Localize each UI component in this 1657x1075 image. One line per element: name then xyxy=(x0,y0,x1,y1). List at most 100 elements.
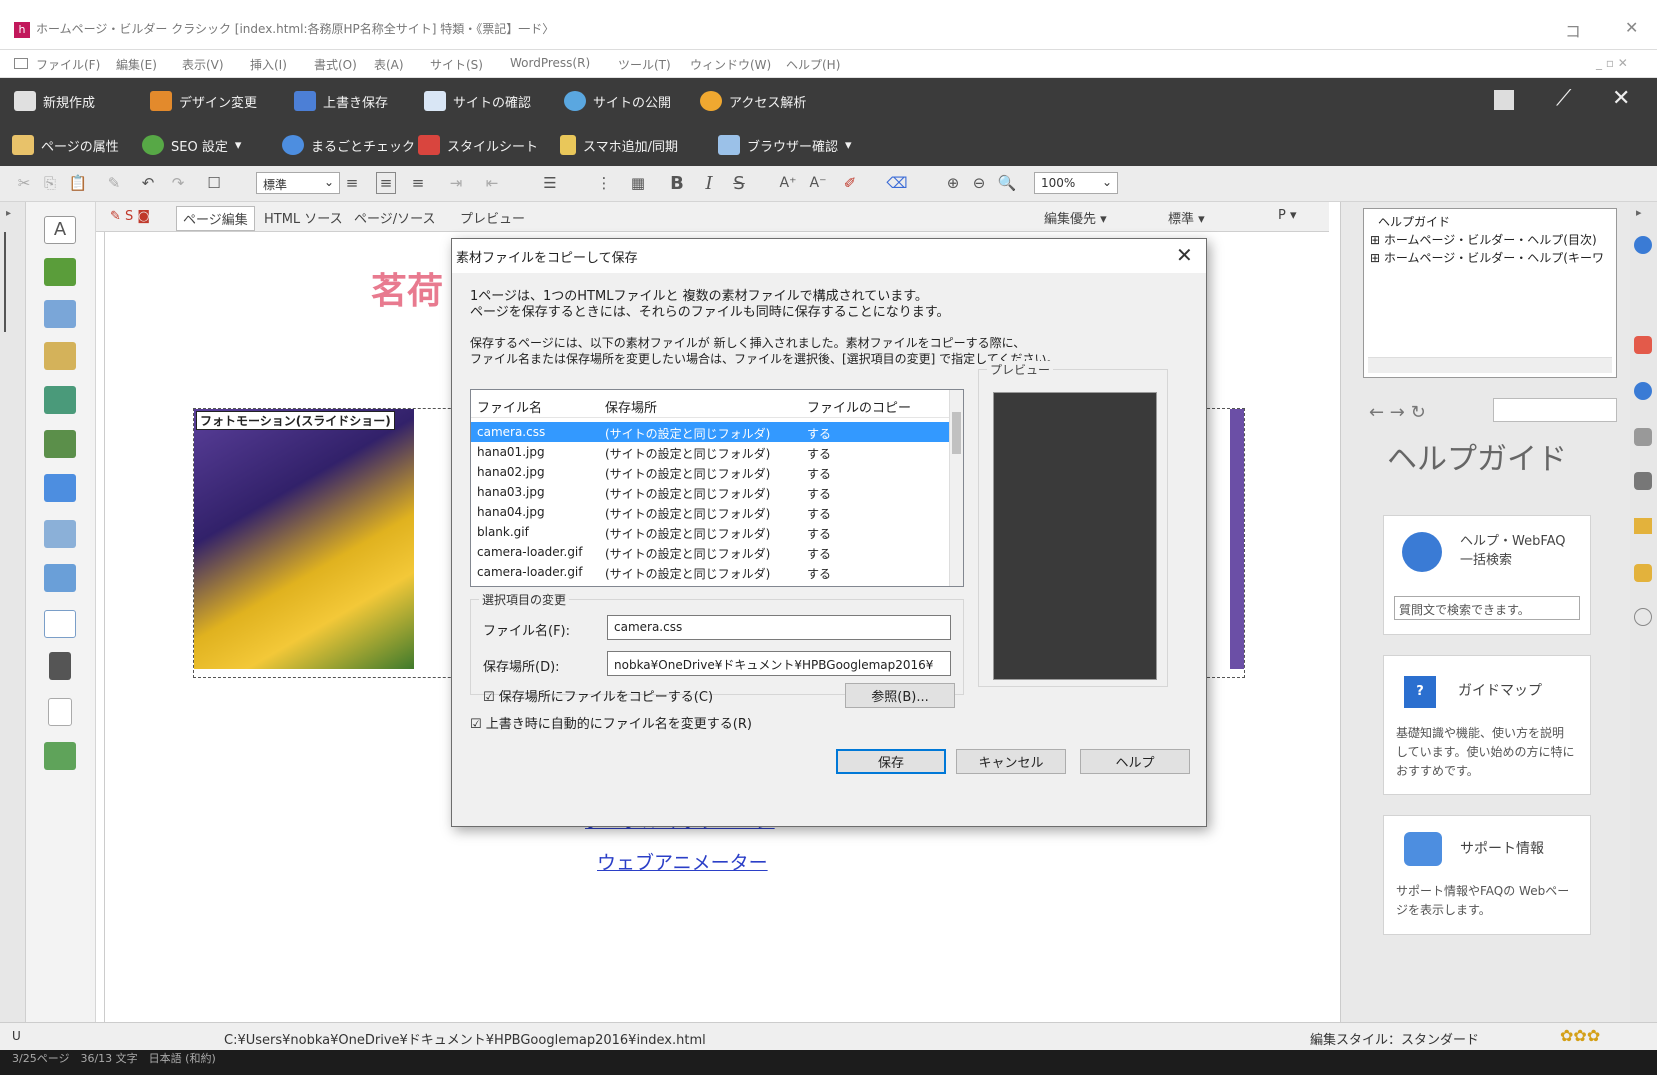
help-nav-icons[interactable]: ← → ↻ xyxy=(1369,402,1426,423)
menu-insert[interactable]: 挿入(I) xyxy=(250,56,287,73)
list-row[interactable]: camera-loader.gif (サイトの設定と同じフォルダ) する xyxy=(471,562,949,582)
mobile-parts-icon[interactable] xyxy=(49,652,71,680)
help-tab-icon[interactable] xyxy=(1634,236,1652,254)
help-address-input[interactable] xyxy=(1493,398,1617,422)
tab-icon-4[interactable] xyxy=(1634,428,1652,446)
dialog-close-icon[interactable]: ✕ xyxy=(1176,243,1193,267)
tab-icon-7[interactable] xyxy=(1634,564,1652,582)
monitor-parts-icon[interactable] xyxy=(44,474,76,502)
col-copy[interactable]: ファイルのコピー xyxy=(807,397,911,416)
zoom-in-icon[interactable]: ⊕ xyxy=(942,172,964,194)
help-tree-keyword[interactable]: ⊞ ホームページ・ビルダー・ヘルプ(キーワ xyxy=(1370,249,1610,266)
overwrite-save-button[interactable]: 上書き保存 xyxy=(294,88,388,114)
design-change-button[interactable]: デザイン変更 xyxy=(150,88,257,114)
list-row[interactable]: hana02.jpg (サイトの設定と同じフォルダ) する xyxy=(471,462,949,482)
menu-wordpress[interactable]: WordPress(R) xyxy=(510,56,590,70)
menu-table[interactable]: 表(A) xyxy=(374,56,404,73)
photo-parts-icon[interactable] xyxy=(44,300,76,328)
cancel-button[interactable]: キャンセル xyxy=(956,749,1066,774)
image-parts-icon[interactable] xyxy=(44,258,76,286)
menu-help[interactable]: ヘルプ(H) xyxy=(786,56,840,73)
expand-arrow-icon[interactable]: ▸ xyxy=(6,208,11,219)
menu-view[interactable]: 表示(V) xyxy=(182,56,224,73)
italic-button[interactable]: I xyxy=(698,172,720,194)
list-parts-icon[interactable] xyxy=(44,610,76,638)
paragraph-style-select[interactable]: 標準 ⌄ xyxy=(256,172,340,194)
list-scroll-thumb[interactable] xyxy=(952,412,961,454)
list-row[interactable]: hana04.jpg (サイトの設定と同じフォルダ) する xyxy=(471,502,949,522)
table-parts-icon[interactable] xyxy=(44,564,76,592)
edit-priority-select[interactable]: 編集優先 ▾ xyxy=(1044,208,1107,227)
browser-check-button[interactable]: ブラウザー確認 ▾ xyxy=(718,132,852,158)
copy-icon[interactable]: ⎘ xyxy=(40,172,60,194)
minimize-button[interactable]: コ xyxy=(1565,18,1581,42)
folder-icon[interactable] xyxy=(1634,518,1652,534)
location-input[interactable]: nobka¥OneDrive¥ドキュメント¥HPBGooglemap2016¥ xyxy=(607,651,951,676)
bold-button[interactable]: B xyxy=(666,172,688,194)
clear-format-icon[interactable]: ⌫ xyxy=(886,172,908,194)
edit-mode-icons[interactable]: ✎ S ◙ xyxy=(110,209,150,224)
site-publish-button[interactable]: サイトの公開 xyxy=(564,88,671,114)
list-icon[interactable]: ☰ xyxy=(540,172,560,194)
menu-site[interactable]: サイト(S) xyxy=(430,56,483,73)
font-shrink-icon[interactable]: A⁻ xyxy=(806,172,830,194)
font-color-icon[interactable]: ✐ xyxy=(838,172,862,194)
collapse-arrow-icon[interactable]: ▸ xyxy=(1636,206,1642,219)
menu-tools[interactable]: ツール(T) xyxy=(618,56,671,73)
site-check-button[interactable]: サイトの確認 xyxy=(424,88,531,114)
vertical-tab[interactable] xyxy=(4,232,20,332)
paragraph-select[interactable]: P ▾ xyxy=(1278,208,1297,223)
menu-window[interactable]: ウィンドウ(W) xyxy=(690,56,771,73)
tab-page-source[interactable]: ページ/ソース xyxy=(354,208,435,227)
close-window-button[interactable]: ✕ xyxy=(1625,18,1638,37)
tab-icon-2[interactable] xyxy=(1634,336,1652,354)
redo-icon[interactable]: ↷ xyxy=(168,172,188,194)
align-right-icon[interactable]: ≡ xyxy=(408,172,428,194)
zoom-icon[interactable]: 🔍 xyxy=(996,172,1018,194)
tab-icon-3[interactable] xyxy=(1634,382,1652,400)
web-animator-link[interactable]: ウェブアニメーター xyxy=(597,848,768,875)
font-grow-icon[interactable]: A⁺ xyxy=(776,172,800,194)
col-location[interactable]: 保存場所 xyxy=(605,397,657,416)
align-left-icon[interactable]: ≡ xyxy=(342,172,362,194)
help-tree-root[interactable]: ヘルプガイド xyxy=(1378,213,1450,230)
help-search-input[interactable]: 質問文で検索できます。 xyxy=(1394,596,1580,620)
paste-icon[interactable]: 📋 xyxy=(68,172,88,194)
materials-list[interactable]: ファイル名 保存場所 ファイルのコピー camera.css (サイトの設定と同じ… xyxy=(470,389,964,587)
help-button[interactable]: ヘルプ xyxy=(1080,749,1190,774)
new-button[interactable]: 新規作成 xyxy=(14,88,95,114)
tab-icon-5[interactable] xyxy=(1634,472,1652,490)
copy-to-location-checkbox[interactable]: ☑ 保存場所にファイルをコピーする(C) xyxy=(483,686,713,705)
close-panel-icon[interactable]: ✕ xyxy=(1612,86,1630,111)
tab-preview[interactable]: プレビュー xyxy=(460,208,525,227)
zoom-out-icon[interactable]: ⊖ xyxy=(968,172,990,194)
list-row[interactable]: camera-loader.gif (サイトの設定と同じフォルダ) する xyxy=(471,542,949,562)
list-row[interactable]: hana01.jpg (サイトの設定と同じフォルダ) する xyxy=(471,442,949,462)
page-attributes-button[interactable]: ページの属性 xyxy=(12,132,119,158)
align-center-icon[interactable]: ≡ xyxy=(376,172,396,194)
full-check-button[interactable]: まるごとチェック xyxy=(282,132,415,158)
access-analysis-button[interactable]: アクセス解析 xyxy=(700,88,806,114)
text-parts-icon[interactable]: A xyxy=(44,216,76,244)
rating-icon[interactable]: ✿✿✿ xyxy=(1560,1026,1600,1045)
widget-parts-icon[interactable] xyxy=(44,742,76,770)
layout-parts-icon[interactable] xyxy=(44,520,76,548)
help-search-card[interactable]: ヘルプ・WebFAQ 一括検索 質問文で検索できます。 xyxy=(1383,515,1591,635)
support-info-card[interactable]: サポート情報 サポート情報やFAQの Webページを表示します。 xyxy=(1383,815,1591,935)
list-row-selected[interactable]: camera.css (サイトの設定と同じフォルダ) する xyxy=(471,422,949,442)
tab-html-source[interactable]: HTML ソース xyxy=(264,208,343,227)
strike-button[interactable]: S xyxy=(728,172,750,194)
help-tree-scrollbar[interactable] xyxy=(1368,357,1612,373)
list-row[interactable]: blank.gif (サイトの設定と同じフォルダ) する xyxy=(471,522,949,542)
smartphone-sync-button[interactable]: スマホ追加/同期 xyxy=(560,132,678,158)
map-parts-icon[interactable] xyxy=(44,386,76,414)
mdi-controls[interactable]: _ ▫ ✕ xyxy=(1596,56,1628,70)
cut-icon[interactable]: ✂ xyxy=(14,172,34,194)
standard-select[interactable]: 標準 ▾ xyxy=(1168,208,1205,227)
tab-page-edit[interactable]: ページ編集 xyxy=(176,206,255,231)
panel-toggle-icon[interactable] xyxy=(1494,90,1514,110)
list-scrollbar[interactable] xyxy=(949,390,963,586)
format-painter-icon[interactable]: ✎ xyxy=(104,172,124,194)
filename-input[interactable]: camera.css xyxy=(607,615,951,640)
auto-rename-checkbox[interactable]: ☑ 上書き時に自動的にファイル名を変更する(R) xyxy=(470,713,752,732)
